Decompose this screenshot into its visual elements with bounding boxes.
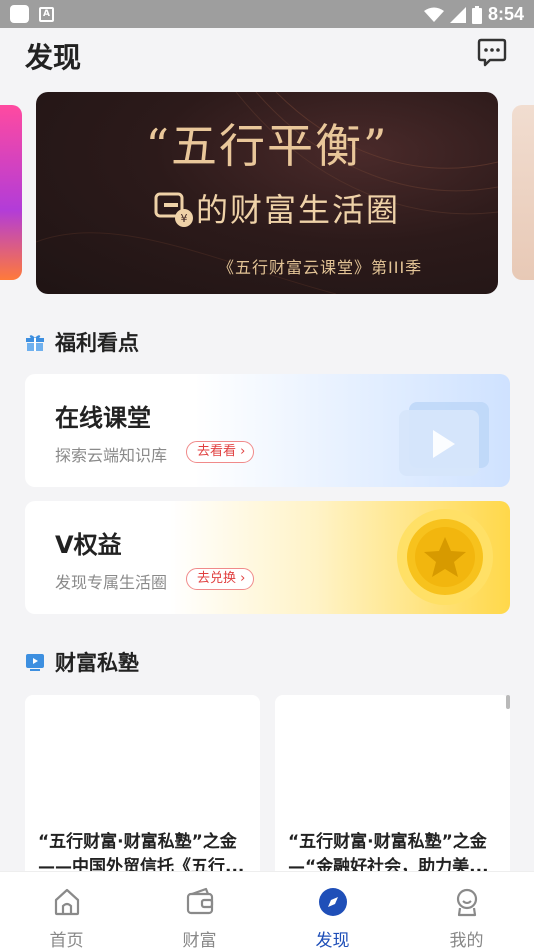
wallet-icon bbox=[186, 887, 213, 915]
v-benefits-card[interactable]: V权益 发现专属生活圈 去兑换 › bbox=[25, 501, 510, 614]
banner-title: “五行平衡” bbox=[145, 119, 389, 173]
article-card[interactable]: “五行财富·财富私塾”之金——中国外贸信托《五行... bbox=[25, 695, 260, 895]
status-time: 8:54 bbox=[487, 4, 524, 24]
banner-subtitle: 的财富生活圈 bbox=[196, 191, 401, 229]
status-notifications: A bbox=[10, 5, 54, 23]
message-icon[interactable] bbox=[476, 36, 508, 68]
academy-section-header: 财富私塾 bbox=[25, 647, 139, 677]
status-bar: A 8:54 bbox=[0, 0, 534, 28]
banner-next-slide[interactable] bbox=[512, 105, 534, 280]
nav-wealth-label: 财富 bbox=[182, 931, 217, 950]
article-card[interactable]: “五行财富·财富私塾”之金—“金融好社会，助力美... bbox=[275, 695, 510, 895]
card-subtitle: 发现专属生活圈 bbox=[55, 573, 168, 592]
notification-app-icon bbox=[10, 5, 29, 23]
nav-profile[interactable]: 我的 bbox=[400, 872, 533, 950]
banner-slide[interactable]: “五行平衡” ¥ 的财富生活圈 《五行财富云课堂》第III季 bbox=[36, 92, 498, 294]
redeem-button[interactable]: 去兑换 › bbox=[186, 568, 255, 590]
card-subtitle: 探索云端知识库 bbox=[55, 446, 168, 465]
academy-section-title: 财富私塾 bbox=[55, 651, 139, 675]
battery-icon bbox=[471, 5, 482, 24]
banner-prev-slide[interactable] bbox=[0, 105, 22, 280]
card-title: V权益 bbox=[55, 531, 122, 559]
go-see-button[interactable]: 去看看 › bbox=[186, 441, 255, 463]
nav-profile-label: 我的 bbox=[449, 931, 484, 950]
wifi-icon bbox=[423, 7, 444, 22]
button-label: 去看看 bbox=[197, 444, 237, 459]
nav-wealth[interactable]: 财富 bbox=[133, 872, 266, 950]
notification-a-icon: A bbox=[39, 6, 54, 22]
banner-footer: 《五行财富云课堂》第III季 bbox=[218, 258, 423, 277]
online-classroom-card[interactable]: 在线课堂 探索云端知识库 去看看 › bbox=[25, 374, 510, 487]
profile-icon bbox=[456, 888, 477, 917]
welfare-section-title: 福利看点 bbox=[55, 331, 139, 355]
nav-discover[interactable]: 发现 bbox=[266, 872, 399, 950]
bottom-nav: 首页 财富 发现 我的 bbox=[0, 871, 534, 950]
page-title: 发现 bbox=[25, 41, 82, 74]
video-play-icon bbox=[399, 402, 489, 476]
star-coin-icon bbox=[397, 509, 493, 605]
tv-icon bbox=[26, 654, 44, 671]
compass-icon bbox=[318, 888, 347, 916]
signal-icon bbox=[449, 6, 466, 23]
card-title: 在线课堂 bbox=[55, 404, 151, 432]
scrollbar[interactable] bbox=[506, 695, 510, 709]
wallet-coin-icon: ¥ bbox=[154, 192, 193, 227]
welfare-section-header: 福利看点 bbox=[25, 327, 139, 357]
svg-text:¥: ¥ bbox=[181, 212, 188, 225]
nav-discover-label: 发现 bbox=[315, 931, 350, 950]
gift-icon bbox=[26, 335, 44, 351]
nav-home-label: 首页 bbox=[49, 931, 84, 950]
nav-home[interactable]: 首页 bbox=[0, 872, 133, 950]
home-icon bbox=[54, 888, 79, 916]
button-label: 去兑换 bbox=[197, 571, 237, 586]
